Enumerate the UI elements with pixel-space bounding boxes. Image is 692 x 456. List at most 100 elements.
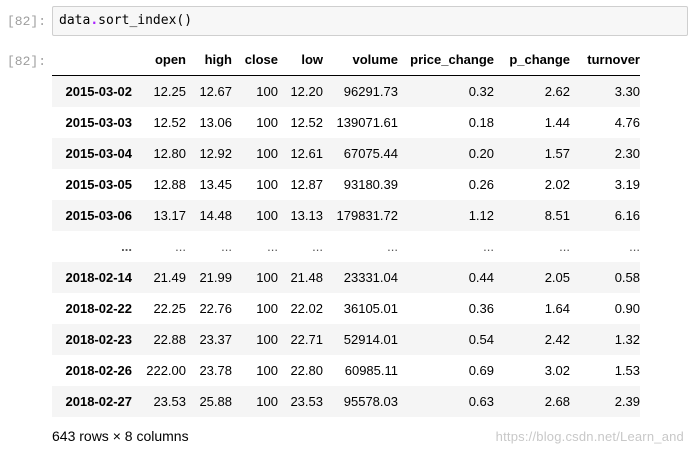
row-index-label: ... xyxy=(121,239,132,254)
table-cell: ... xyxy=(267,239,278,254)
table-cell: 13.06 xyxy=(199,115,232,130)
column-header-close: close xyxy=(232,44,278,76)
code-method: sort_index xyxy=(98,13,177,28)
table-cell: 21.49 xyxy=(153,270,186,285)
table-row: 2015-03-02 12.25 12.67 100 12.20 96291.73 0.32… xyxy=(52,75,640,107)
table-cell: 100 xyxy=(256,394,278,409)
table-cell: 13.17 xyxy=(153,208,186,223)
table-cell: 0.54 xyxy=(468,332,494,347)
table-cell: 22.80 xyxy=(290,363,323,378)
table-cell: 0.90 xyxy=(614,301,640,316)
table-cell: 22.02 xyxy=(290,301,323,316)
table-cell: 12.25 xyxy=(153,84,186,99)
table-cell: 2.68 xyxy=(544,394,570,409)
code-line: data.sort_index() xyxy=(59,13,192,28)
watermark-text: https://blog.csdn.net/Learn_and xyxy=(495,429,684,444)
input-prompt: [82]: xyxy=(6,14,46,29)
table-cell: 1.12 xyxy=(468,208,494,223)
dataframe-table: open high close low volume price_change … xyxy=(52,44,640,417)
table-cell: ... xyxy=(559,239,570,254)
table-cell: 22.76 xyxy=(199,301,232,316)
table-cell: 1.57 xyxy=(544,146,570,161)
table-cell: 139071.61 xyxy=(336,115,398,130)
table-cell: 3.19 xyxy=(614,177,640,192)
table-cell: 1.64 xyxy=(544,301,570,316)
table-cell: 3.02 xyxy=(544,363,570,378)
table-header-row: open high close low volume price_change … xyxy=(52,44,640,76)
table-cell: 23.53 xyxy=(153,394,186,409)
table-cell: 100 xyxy=(256,146,278,161)
table-cell: 22.71 xyxy=(290,332,323,347)
table-cell: 96291.73 xyxy=(343,84,398,99)
table-cell: 0.20 xyxy=(468,146,494,161)
table-cell: 100 xyxy=(256,177,278,192)
table-cell: 100 xyxy=(256,332,278,347)
table-cell: 23.78 xyxy=(199,363,232,378)
code-input-cell[interactable]: data.sort_index() xyxy=(52,6,688,36)
row-index-label: 2018-02-26 xyxy=(65,363,133,378)
table-cell: 0.18 xyxy=(468,115,494,130)
column-header-high: high xyxy=(186,44,232,76)
table-cell: 93180.39 xyxy=(343,177,398,192)
table-cell: ... xyxy=(175,239,186,254)
table-cell: 222.00 xyxy=(146,363,186,378)
code-dot-operator: . xyxy=(90,13,99,28)
code-object: data xyxy=(59,13,91,28)
table-row: 2015-03-06 13.17 14.48 100 13.13 179831.72 1.1… xyxy=(52,200,640,231)
table-cell: 60985.11 xyxy=(344,363,398,378)
dataframe-shape-text: 643 rows × 8 columns xyxy=(52,428,189,444)
index-header xyxy=(52,44,132,76)
table-row: 2018-02-14 21.49 21.99 100 21.48 23331.04 0.44… xyxy=(52,262,640,293)
table-cell: ... xyxy=(629,239,640,254)
table-cell: 23.53 xyxy=(290,394,323,409)
table-cell: 4.76 xyxy=(614,115,640,130)
table-cell: 13.45 xyxy=(199,177,232,192)
table-cell: 100 xyxy=(256,301,278,316)
table-cell: 12.61 xyxy=(290,146,323,161)
table-cell: 0.69 xyxy=(468,363,494,378)
output-prompt: [82]: xyxy=(6,54,46,69)
table-cell: 100 xyxy=(256,84,278,99)
table-cell: 2.39 xyxy=(614,394,640,409)
row-index-label: 2018-02-14 xyxy=(65,270,133,285)
table-cell: 12.80 xyxy=(153,146,186,161)
table-cell: 100 xyxy=(256,363,278,378)
table-cell: 36105.01 xyxy=(343,301,398,316)
table-cell: 100 xyxy=(256,270,278,285)
table-row: 2018-02-23 22.88 23.37 100 22.71 52914.01 0.54… xyxy=(52,324,640,355)
table-cell: 8.51 xyxy=(544,208,570,223)
table-cell: 12.52 xyxy=(290,115,323,130)
table-cell: ... xyxy=(312,239,323,254)
table-cell: 12.52 xyxy=(153,115,186,130)
table-cell: 12.92 xyxy=(199,146,232,161)
row-index-label: 2018-02-22 xyxy=(65,301,133,316)
table-cell: 23.37 xyxy=(199,332,232,347)
table-cell: 12.67 xyxy=(199,84,232,99)
table-cell: 1.53 xyxy=(614,363,640,378)
row-index-label: 2015-03-02 xyxy=(65,84,133,99)
table-cell: ... xyxy=(221,239,232,254)
table-cell: 6.16 xyxy=(614,208,640,223)
code-args: () xyxy=(176,13,193,28)
column-header-turnover: turnover xyxy=(570,44,640,76)
table-cell: 2.02 xyxy=(544,177,570,192)
column-header-price-change: price_change xyxy=(398,44,494,76)
column-header-low: low xyxy=(278,44,323,76)
table-cell: 52914.01 xyxy=(343,332,398,347)
column-header-volume: volume xyxy=(323,44,398,76)
table-row: 2018-02-22 22.25 22.76 100 22.02 36105.01 0.36… xyxy=(52,293,641,324)
table-cell: 100 xyxy=(256,208,278,223)
table-cell: 67075.44 xyxy=(343,146,398,161)
table-cell: 13.13 xyxy=(290,208,323,223)
table-cell: 12.87 xyxy=(290,177,323,192)
table-cell: 22.25 xyxy=(153,301,186,316)
row-index-label: 2018-02-27 xyxy=(65,394,133,409)
table-row: 2018-02-26 222.00 23.78 100 22.80 60985.11 0.6… xyxy=(52,355,641,386)
table-cell: 1.32 xyxy=(614,332,640,347)
table-cell: 2.30 xyxy=(614,146,640,161)
table-cell: 0.58 xyxy=(614,270,640,285)
table-cell: 2.05 xyxy=(544,270,570,285)
table-cell: 23331.04 xyxy=(343,270,398,285)
table-cell: 1.44 xyxy=(544,115,570,130)
table-cell: 0.26 xyxy=(468,177,494,192)
